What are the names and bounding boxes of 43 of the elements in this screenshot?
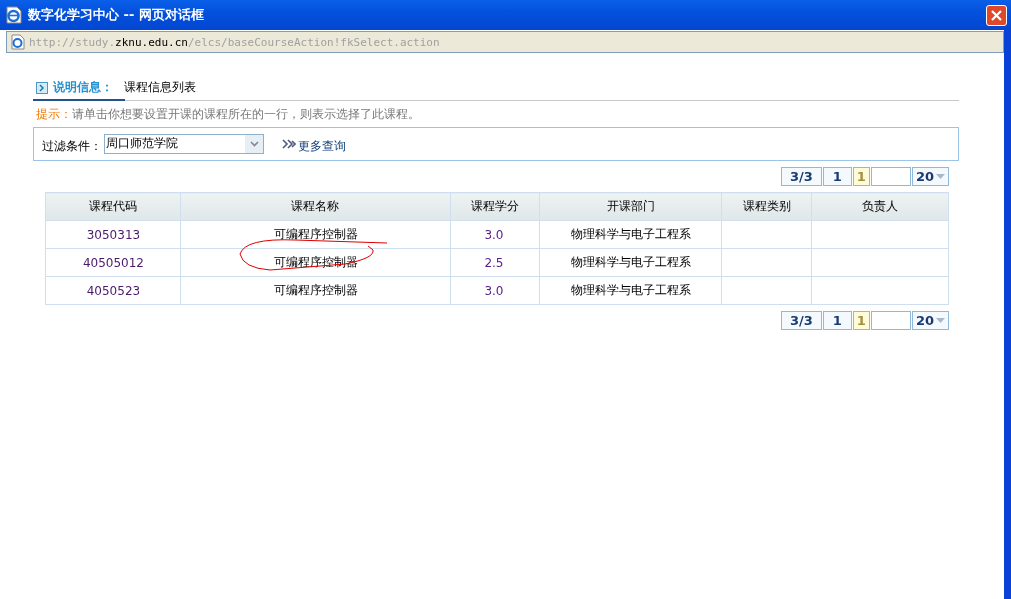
hint-text: 请单击你想要设置开课的课程所在的一行，则表示选择了此课程。	[72, 105, 420, 123]
table-cell: 可编程序控制器	[180, 276, 451, 305]
page-total: 3/3	[780, 167, 822, 186]
section-label: 说明信息：	[53, 79, 113, 96]
table-cell: 3.0	[450, 276, 540, 305]
page-icon	[11, 34, 25, 50]
page-size-dropdown[interactable]: 20	[911, 167, 949, 186]
hint-label: 提示：	[36, 105, 72, 123]
column-header: 开课部门	[540, 192, 722, 221]
page-input[interactable]	[870, 167, 911, 186]
column-header: 课程学分	[450, 192, 540, 221]
section-title: 课程信息列表	[124, 79, 196, 96]
table-cell: 物理科学与电子工程系	[540, 276, 722, 305]
table-cell: 3.0	[450, 220, 540, 249]
chevron-down-icon	[249, 141, 259, 147]
page-total: 3/3	[780, 311, 822, 330]
column-header: 课程名称	[180, 192, 451, 221]
table-cell: 2.5	[450, 248, 540, 277]
page-input[interactable]	[870, 311, 911, 330]
close-icon	[991, 9, 1002, 21]
table-cell: 物理科学与电子工程系	[540, 248, 722, 277]
arrow-icon	[36, 81, 48, 94]
table-cell: 物理科学与电子工程系	[540, 220, 722, 249]
url-text: http://study.zknu.edu.cn/elcs/baseCourseAction!fkSelect.action	[29, 35, 440, 49]
page-size-dropdown[interactable]: 20	[911, 311, 949, 330]
page-link[interactable]: 1	[822, 311, 852, 330]
page-link[interactable]: 1	[822, 167, 852, 186]
table-cell: 4050523	[45, 276, 181, 305]
caret-icon	[936, 174, 945, 179]
caret-icon	[936, 318, 945, 323]
filter-label: 过滤条件：	[42, 138, 102, 155]
column-header: 课程代码	[45, 192, 181, 221]
double-chevron-icon	[282, 139, 296, 149]
browser-icon	[6, 6, 22, 24]
table-cell: 40505012	[45, 248, 181, 277]
filter-select[interactable]: 周口师范学院	[104, 134, 264, 154]
table-cell: 可编程序控制器	[180, 220, 451, 249]
table-cell: 3050313	[45, 220, 181, 249]
close-button[interactable]	[986, 4, 1007, 26]
window-title: 数字化学习中心 -- 网页对话框	[28, 6, 205, 24]
column-header: 负责人	[811, 192, 949, 221]
column-header: 课程类别	[721, 192, 812, 221]
more-search-link[interactable]: 更多查询	[298, 138, 346, 155]
